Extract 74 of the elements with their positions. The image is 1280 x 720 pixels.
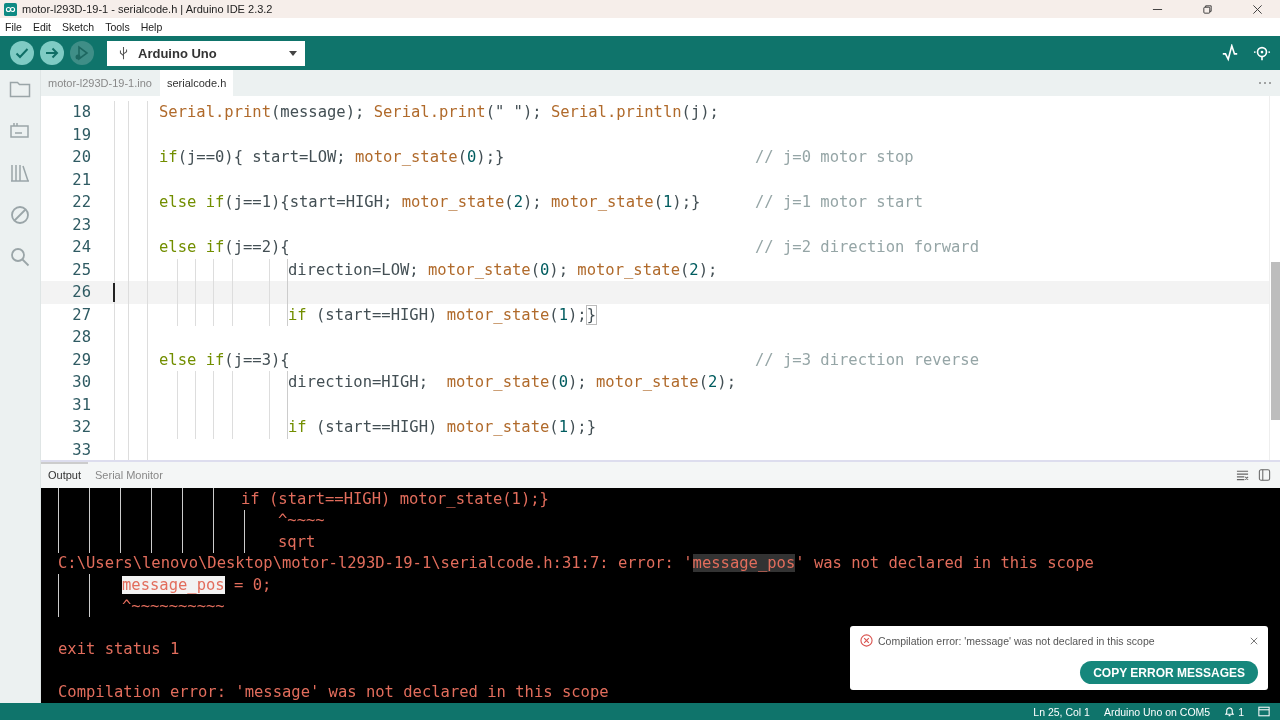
text-cursor: [113, 283, 115, 302]
line-number: 18: [71, 103, 91, 122]
cursor-position[interactable]: Ln 25, Col 1: [1033, 705, 1090, 718]
code-comment: // j=1 motor start: [755, 193, 923, 212]
usb-icon: [119, 46, 128, 60]
line-number: 32: [71, 418, 91, 437]
code-text: direction=LOW; motor_state(0); motor_state(2);: [288, 260, 718, 279]
line-number: 31: [71, 395, 91, 414]
panel-icon[interactable]: [1258, 706, 1270, 717]
scrollbar-thumb[interactable]: [1271, 262, 1280, 420]
code-comment: // j=0 motor stop: [755, 148, 914, 167]
menu-item[interactable]: Tools: [105, 21, 130, 33]
code-text: else if(j==2){: [159, 238, 290, 257]
line-number: 27: [71, 305, 91, 324]
output-text: ^~~~~~~~~~~: [122, 597, 225, 616]
output-text: C:\Users\lenovo\Desktop\motor-l293D-19-1\serialcode.h:31:7: error: 'message_pos' was not declared in this scope: [58, 554, 1094, 573]
restore-icon[interactable]: [1202, 3, 1213, 15]
line-number: 29: [71, 350, 91, 369]
code-text: direction=HIGH; motor_state(0); motor_state(2);: [288, 373, 736, 392]
line-number: 30: [71, 373, 91, 392]
lock-scroll-icon[interactable]: [1258, 469, 1271, 481]
output-text: Compilation error: 'message' was not declared in this scope: [58, 683, 609, 702]
line-number: 25: [71, 260, 91, 279]
board-icon[interactable]: [9, 121, 31, 141]
output-text: exit status 1: [58, 640, 180, 659]
code-text: if (start==HIGH) motor_state(1);}: [288, 418, 596, 437]
bell-icon: [1224, 706, 1236, 717]
menu-item[interactable]: Edit: [32, 21, 51, 33]
library-icon[interactable]: [9, 163, 31, 183]
line-number: 20: [71, 148, 91, 167]
close-icon[interactable]: [1252, 3, 1263, 15]
line-number: 23: [71, 215, 91, 234]
code-text: if (start==HIGH) motor_state(1);}: [288, 305, 596, 324]
error-icon: [860, 634, 873, 647]
line-number: 21: [71, 170, 91, 189]
serial-plotter-icon[interactable]: [1220, 44, 1240, 62]
board-port[interactable]: Arduino Uno on COM5: [1103, 705, 1211, 718]
code-text: if(j==0){ start=LOW; motor_state(0);}: [159, 148, 505, 167]
line-number: 19: [71, 125, 91, 144]
board-selector[interactable]: Arduino Uno: [107, 40, 305, 66]
window-title: motor-l293D-19-1 - serialcode.h | Arduino IDE 2.3.2: [22, 3, 273, 15]
file-tab[interactable]: serialcode.h: [159, 70, 234, 96]
verify-button[interactable]: [9, 40, 35, 66]
line-number: 33: [71, 440, 91, 459]
menu-item[interactable]: Help: [140, 21, 163, 33]
debug-button[interactable]: [69, 40, 95, 66]
code-comment: // j=3 direction reverse: [755, 350, 979, 369]
debug-icon[interactable]: [9, 205, 31, 225]
code-comment: // j=2 direction forward: [755, 238, 979, 257]
code-text: Serial.print(message); Serial.print(" "); Serial.println(j);: [159, 103, 719, 122]
menu-item[interactable]: Sketch: [62, 21, 95, 33]
menu-item[interactable]: File: [5, 21, 22, 33]
output-text: if (start==HIGH) motor_state(1);}: [241, 489, 549, 508]
code-text: else if(j==3){: [159, 350, 290, 369]
notifications-button[interactable]: 1: [1224, 705, 1244, 718]
app-logo-icon: [4, 2, 17, 16]
line-number: 26: [71, 283, 91, 302]
line-number: 24: [71, 238, 91, 257]
close-icon[interactable]: [1250, 636, 1258, 645]
serial-monitor-icon[interactable]: [1252, 44, 1272, 62]
output-text: sqrt: [278, 532, 316, 551]
output-text: ^~~~~: [278, 511, 325, 530]
caret-icon: [289, 50, 297, 56]
folder-icon[interactable]: [9, 79, 31, 99]
upload-button[interactable]: [39, 40, 65, 66]
line-number: 22: [71, 193, 91, 212]
clear-icon[interactable]: [1236, 469, 1249, 481]
line-number: 28: [71, 328, 91, 347]
notification-message: Compilation error: 'message' was not declared in this scope: [878, 634, 1156, 647]
more-icon[interactable]: [1258, 81, 1272, 85]
search-icon[interactable]: [9, 247, 31, 267]
copy-error-button[interactable]: COPY ERROR MESSAGES: [1080, 661, 1258, 684]
code-text: else if(j==1){start=HIGH; motor_state(2); motor_state(1);}: [159, 193, 701, 212]
panel-tab[interactable]: Output: [41, 462, 89, 488]
